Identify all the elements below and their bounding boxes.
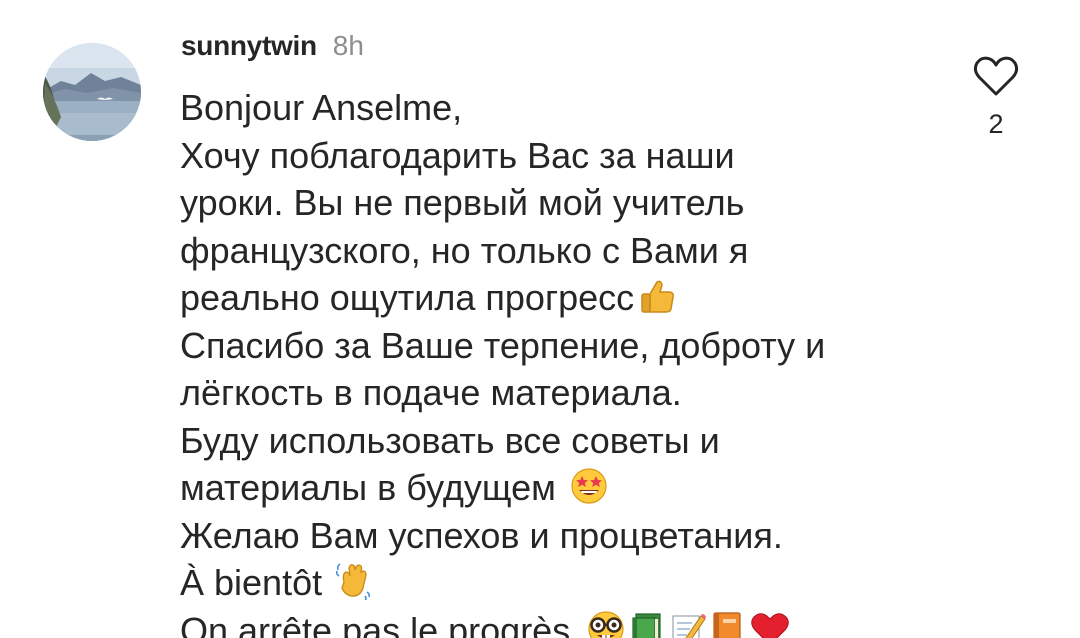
comment-line: Bonjour Anselme, bbox=[180, 84, 900, 132]
comment-line-text: À bientôt bbox=[180, 562, 323, 603]
like-control: 2 bbox=[970, 55, 1022, 155]
heart-outline-icon[interactable] bbox=[973, 55, 1019, 97]
comment-text: Bonjour Anselme, Хочу поблагодарить Вас … bbox=[180, 84, 900, 638]
comment-line-text: французского, но только с Вами я bbox=[180, 229, 749, 271]
comment-line: материалы в будущем bbox=[180, 464, 900, 512]
comment-line: Спасибо за Ваше терпение, доброту и bbox=[180, 322, 900, 370]
timestamp: 8h bbox=[332, 30, 364, 61]
thumbs-up-icon bbox=[638, 277, 676, 315]
orange-book-icon bbox=[710, 610, 746, 638]
comment-line-text: Bonjour Anselme, bbox=[180, 87, 463, 128]
comment-line: Желаю Вам успехов и процветания. bbox=[180, 512, 900, 560]
comment-line-text: Спасибо за Ваше терпение, доброту и bbox=[180, 324, 826, 366]
comment-line: À bientôt bbox=[180, 559, 900, 607]
comment-line-text: реально ощутила прогресс bbox=[180, 277, 635, 318]
memo-icon bbox=[670, 610, 707, 638]
waving-hand-icon bbox=[336, 562, 372, 600]
nerd-face-icon bbox=[586, 610, 626, 638]
like-count: 2 bbox=[988, 109, 1004, 139]
username[interactable]: sunnytwin bbox=[181, 30, 317, 62]
comment-line: французского, но только с Вами я bbox=[180, 227, 900, 275]
comment-line-text: Буду использовать все советы и bbox=[180, 419, 720, 461]
comment: sunnytwin 8h Bonjour Anselme, Хочу побла… bbox=[0, 0, 1080, 638]
comment-line-text: Желаю Вам успехов и процветания. bbox=[180, 514, 783, 556]
comment-line-text: уроки. Вы не первый мой учитель bbox=[180, 182, 745, 223]
comment-line: Буду использовать все советы и bbox=[180, 417, 900, 465]
comment-line-text: On arrête pas le progrès bbox=[180, 609, 571, 638]
comment-line: уроки. Вы не первый мой учитель bbox=[180, 179, 900, 227]
avatar-landscape-image bbox=[43, 43, 141, 141]
comment-line: On arrête pas le progrès bbox=[180, 607, 900, 638]
comment-header: sunnytwin 8h bbox=[181, 30, 364, 64]
comment-line: лёгкость в подаче материала. bbox=[180, 369, 900, 417]
avatar[interactable] bbox=[43, 43, 141, 141]
comment-line-text: Хочу поблагодарить Вас за наши bbox=[180, 134, 735, 176]
red-heart-icon bbox=[750, 610, 790, 638]
star-struck-icon bbox=[570, 467, 608, 505]
comment-line: Хочу поблагодарить Вас за наши bbox=[180, 132, 900, 180]
comment-line-text: лёгкость в подаче материала. bbox=[180, 372, 682, 413]
comment-line-text: материалы в будущем bbox=[180, 467, 556, 508]
comment-line: реально ощутила прогресс bbox=[180, 274, 900, 322]
green-book-icon bbox=[630, 610, 666, 638]
